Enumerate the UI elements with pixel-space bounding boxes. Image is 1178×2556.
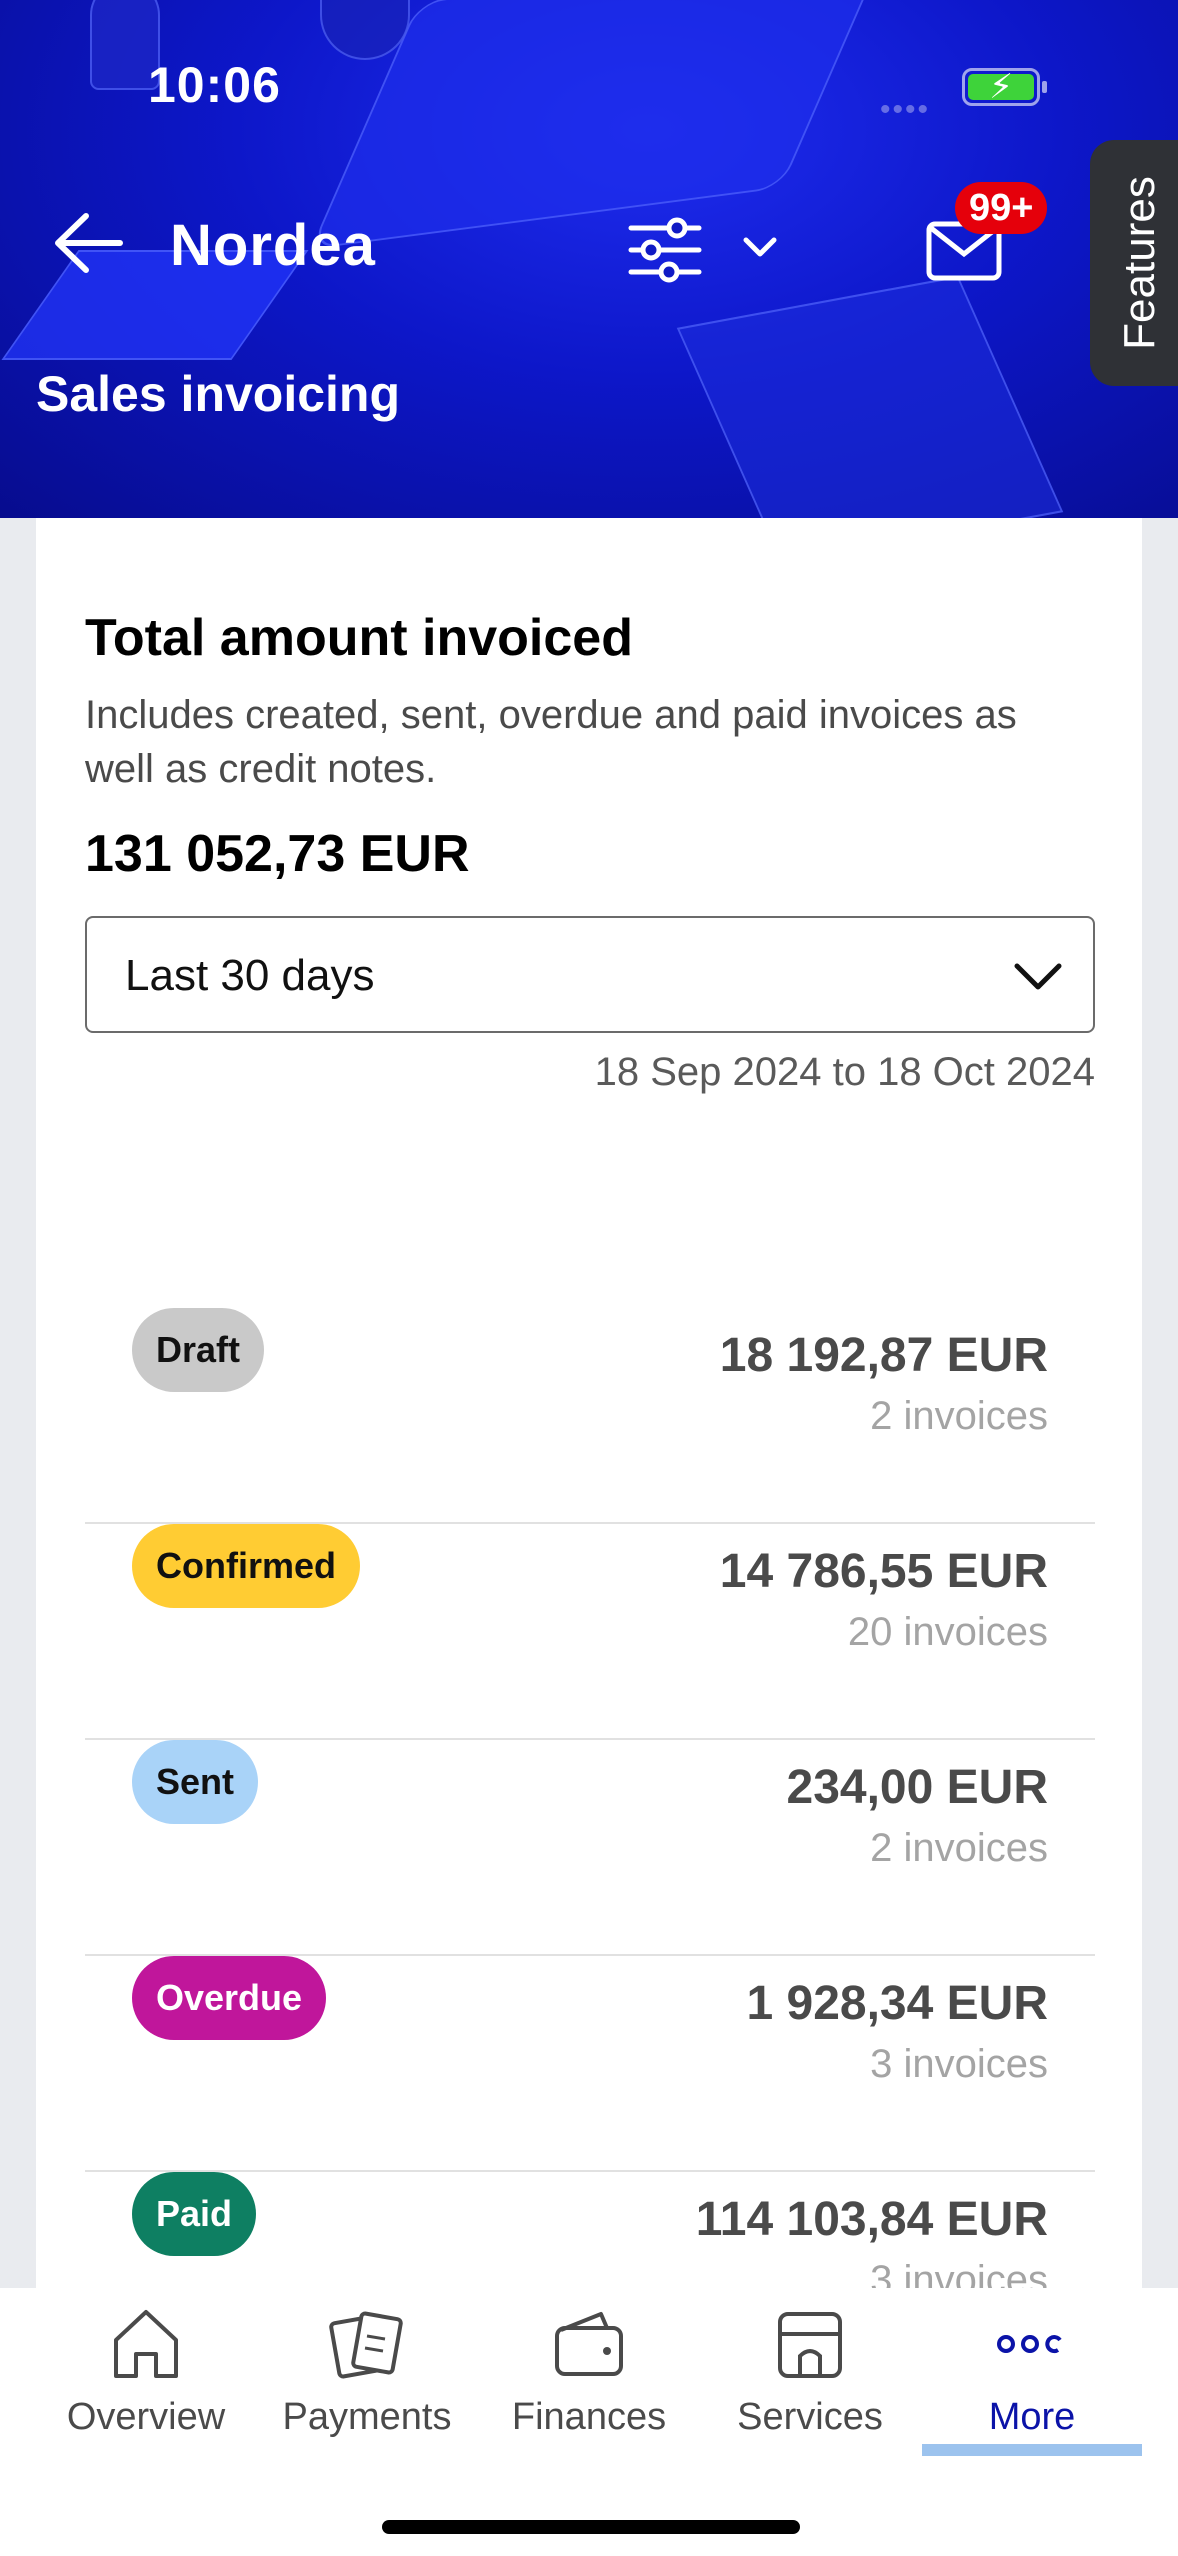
- payments-icon: [329, 2311, 403, 2379]
- summary-subtitle: Includes created, sent, overdue and paid…: [85, 693, 1017, 791]
- back-arrow-icon[interactable]: [50, 208, 130, 278]
- features-tab[interactable]: Features: [1090, 140, 1178, 386]
- home-indicator: [382, 2520, 800, 2534]
- status-count: 2 invoices: [870, 1826, 1048, 1870]
- status-amount: 18 192,87 EUR: [719, 1329, 1048, 1382]
- status-row-draft[interactable]: Draft 18 192,87 EUR 2 invoices: [85, 1308, 1095, 1524]
- unread-badge: 99+: [955, 182, 1048, 234]
- chevron-down-icon: [1014, 963, 1062, 990]
- invoice-summary-card: Total amount invoiced Includes created, …: [36, 518, 1142, 2302]
- period-select[interactable]: Last 30 days: [85, 916, 1095, 1033]
- status-amount: 234,00 EUR: [786, 1761, 1049, 1814]
- tab-overview[interactable]: Overview: [36, 2288, 256, 2468]
- status-amount: 114 103,84 EUR: [695, 2193, 1048, 2246]
- store-icon: [778, 2312, 842, 2378]
- summary-title: Total amount invoiced: [85, 609, 633, 667]
- signal-icon: ••••: [880, 93, 931, 126]
- wallet-icon: [555, 2312, 623, 2376]
- status-row-confirmed[interactable]: Confirmed 14 786,55 EUR 20 invoices: [85, 1524, 1095, 1740]
- status-amount: 1 928,34 EUR: [746, 1977, 1048, 2030]
- status-time: 10:06: [148, 57, 281, 113]
- brand-logo: Nordea: [170, 213, 376, 278]
- more-icon: [997, 2335, 1062, 2354]
- tab-label: Payments: [282, 2396, 452, 2438]
- tab-finances[interactable]: Finances: [479, 2288, 699, 2468]
- status-pill: Draft: [132, 1308, 265, 1392]
- chevron-down-icon[interactable]: [740, 232, 780, 262]
- period-select-value: Last 30 days: [125, 951, 375, 1000]
- status-row-overdue[interactable]: Overdue 1 928,34 EUR 3 invoices: [85, 1956, 1095, 2172]
- tab-label: Overview: [66, 2396, 226, 2438]
- active-tab-indicator: [922, 2444, 1142, 2456]
- header: 10:06 •••• ⚡ Nordea 99+ Features Sales i…: [0, 0, 1178, 518]
- status-pill: Sent: [132, 1740, 259, 1824]
- tab-label: More: [988, 2396, 1076, 2438]
- decorative-calendar: [676, 275, 1064, 518]
- status-pill: Paid: [132, 2172, 257, 2256]
- status-row-sent[interactable]: Sent 234,00 EUR 2 invoices: [85, 1740, 1095, 1956]
- home-icon: [114, 2310, 178, 2378]
- filter-settings-icon[interactable]: [625, 210, 705, 290]
- features-label: Features: [1115, 176, 1164, 350]
- bottom-tab-bar: Overview Payments Finances Services More: [0, 2288, 1178, 2556]
- date-range: 18 Sep 2024 to 18 Oct 2024: [594, 1050, 1095, 1094]
- status-amount: 14 786,55 EUR: [719, 1545, 1048, 1598]
- tab-label: Finances: [511, 2396, 667, 2438]
- status-pill: Confirmed: [132, 1524, 360, 1608]
- status-count: 20 invoices: [847, 1610, 1048, 1654]
- tab-services[interactable]: Services: [700, 2288, 920, 2468]
- tab-payments[interactable]: Payments: [257, 2288, 477, 2468]
- total-amount: 131 052,73 EUR: [85, 825, 470, 883]
- tab-more[interactable]: More: [922, 2288, 1142, 2468]
- status-count: 3 invoices: [870, 2042, 1048, 2086]
- page-title: Sales invoicing: [36, 366, 401, 422]
- tab-label: Services: [737, 2396, 883, 2438]
- status-count: 2 invoices: [870, 1394, 1048, 1438]
- battery-icon: ⚡: [962, 68, 1047, 106]
- status-pill: Overdue: [132, 1956, 327, 2040]
